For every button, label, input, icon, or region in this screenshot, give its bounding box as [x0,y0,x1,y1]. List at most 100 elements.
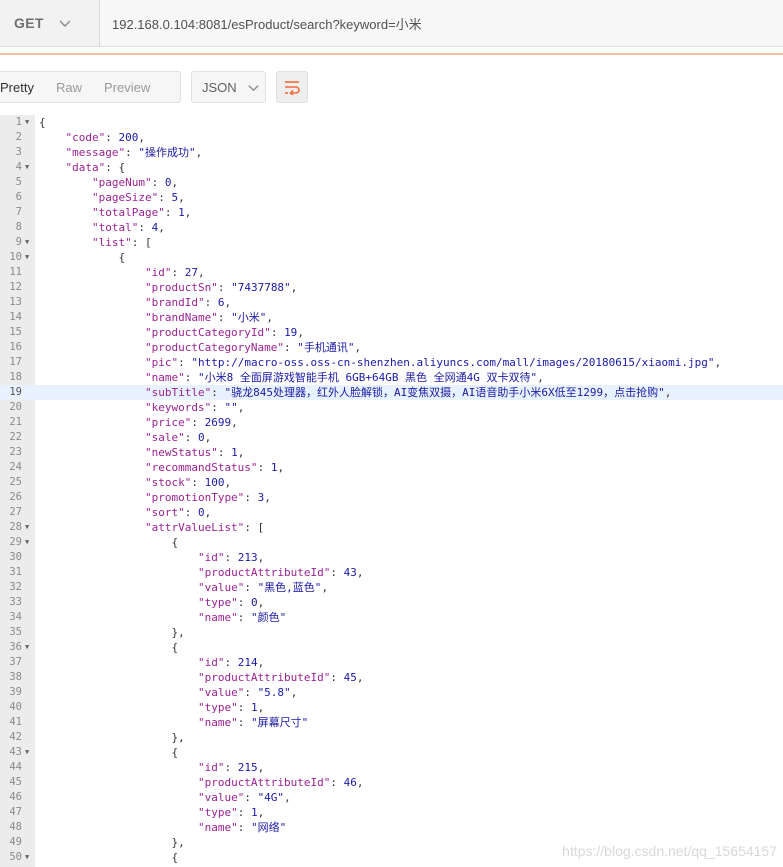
json-value: 1 [250,701,258,714]
fold-arrow-icon[interactable]: ▼ [25,250,29,265]
json-punctuation: , [257,656,265,669]
code-line: 43 ▼ { [0,745,783,760]
tab-preview[interactable]: Preview [93,80,161,95]
format-label: JSON [202,79,237,95]
json-punctuation: , [297,326,304,339]
fold-arrow-icon[interactable]: ▼ [25,745,29,760]
response-body-editor[interactable]: 1 ▼{2 "code": 200, 3 "message": "操作成功", 4 ▼ … [0,115,783,867]
json-punctuation: }, [171,836,185,849]
json-key: "code" [65,131,106,144]
tab-raw[interactable]: Raw [45,80,93,95]
json-punctuation: , [356,566,364,579]
json-key: "stock" [144,476,192,489]
json-key: "pageSize" [91,191,159,204]
chevron-down-icon [59,20,71,27]
json-punctuation: , [237,446,245,459]
line-number: 38 [9,671,22,683]
fold-arrow-icon[interactable]: ▼ [25,640,29,655]
line-number: 47 [9,806,22,818]
url-text: 192.168.0.104:8081/esProduct/search?keyw… [112,16,422,32]
code-text: }, [39,625,184,640]
json-punctuation: : [171,266,185,279]
json-punctuation: : [217,446,232,459]
code-text: "total": 4, [39,220,165,235]
json-punctuation: : [191,476,205,489]
json-punctuation: , [204,506,212,519]
json-key: "message" [65,146,126,159]
json-punctuation: : [151,176,165,189]
line-number: 42 [9,731,22,743]
json-punctuation: : [158,191,172,204]
code-line: 9 ▼ "list": [ [0,235,783,250]
line-number: 3 [15,146,22,158]
line-number: 17 [9,356,22,368]
json-key: "type" [197,701,238,714]
json-punctuation: { [171,746,179,759]
line-number: 39 [9,686,22,698]
code-text: { [39,250,125,265]
json-punctuation: : [237,701,251,714]
tab-pretty[interactable]: Pretty [0,80,45,95]
json-punctuation: : [257,461,271,474]
code-line: 7 "totalPage": 1, [0,205,783,220]
json-value: "黑色,蓝色" [257,581,322,594]
code-text: { [39,535,178,550]
json-punctuation: : [138,221,152,234]
json-punctuation: : [ [131,236,152,249]
code-text: "price": 2699, [39,415,238,430]
code-line: 11 "id": 27, [0,265,783,280]
code-text: { [39,115,46,130]
json-punctuation: , [138,131,145,144]
fold-arrow-icon[interactable]: ▼ [25,850,29,865]
code-text: "value": "4G", [39,790,291,805]
code-line: 32 "value": "黑色,蓝色", [0,580,783,595]
fold-arrow-icon[interactable]: ▼ [25,160,29,175]
json-key: "name" [144,371,185,384]
code-line: 16 "productCategoryName": "手机通讯", [0,340,783,355]
json-key: "type" [197,806,238,819]
fold-arrow-icon[interactable]: ▼ [25,520,29,535]
json-punctuation: : [178,356,192,369]
json-punctuation: : [237,806,251,819]
json-punctuation: : [191,416,205,429]
json-punctuation: : [237,596,251,609]
line-number: 18 [9,371,22,383]
json-punctuation: , [257,761,265,774]
json-key: "data" [65,161,106,174]
method-select[interactable]: GET [0,0,100,47]
json-punctuation: , [231,416,238,429]
json-value: 27 [184,266,198,279]
code-line: 4 ▼ "data": { [0,160,783,175]
code-text: "stock": 100, [39,475,231,490]
code-line: 37 "id": 214, [0,655,783,670]
json-punctuation: , [664,386,672,399]
json-punctuation: : [125,146,139,159]
json-value: 215 [237,761,258,774]
format-select[interactable]: JSON [191,71,266,103]
fold-arrow-icon[interactable]: ▼ [25,535,29,550]
json-punctuation: , [178,191,185,204]
fold-arrow-icon[interactable]: ▼ [25,235,29,250]
code-text: "recommandStatus": 1, [39,460,284,475]
code-line: 12 "productSn": "7437788", [0,280,783,295]
json-punctuation: : { [105,161,126,174]
code-text: "productCategoryName": "手机通讯", [39,340,361,355]
json-punctuation: , [290,281,298,294]
code-text: "data": { [39,160,126,175]
code-line: 22 "sale": 0, [0,430,783,445]
fold-arrow-icon[interactable]: ▼ [25,115,29,130]
code-text: "value": "黑色,蓝色", [39,580,328,595]
code-text: "id": 215, [39,760,264,775]
line-number: 46 [9,791,22,803]
url-input[interactable]: 192.168.0.104:8081/esProduct/search?keyw… [100,0,783,47]
line-number: 11 [9,266,22,278]
json-punctuation: : [330,776,344,789]
json-key: "id" [197,551,225,564]
json-punctuation: , [537,371,544,384]
json-key: "newStatus" [144,446,218,459]
wrap-lines-button[interactable] [276,71,308,103]
code-text: "productCategoryId": 19, [39,325,304,340]
code-line: 24 "recommandStatus": 1, [0,460,783,475]
line-number: 34 [9,611,22,623]
json-value: "小米8 全面屏游戏智能手机 6GB+64GB 黑色 全网通4G 双卡双待" [197,371,538,384]
